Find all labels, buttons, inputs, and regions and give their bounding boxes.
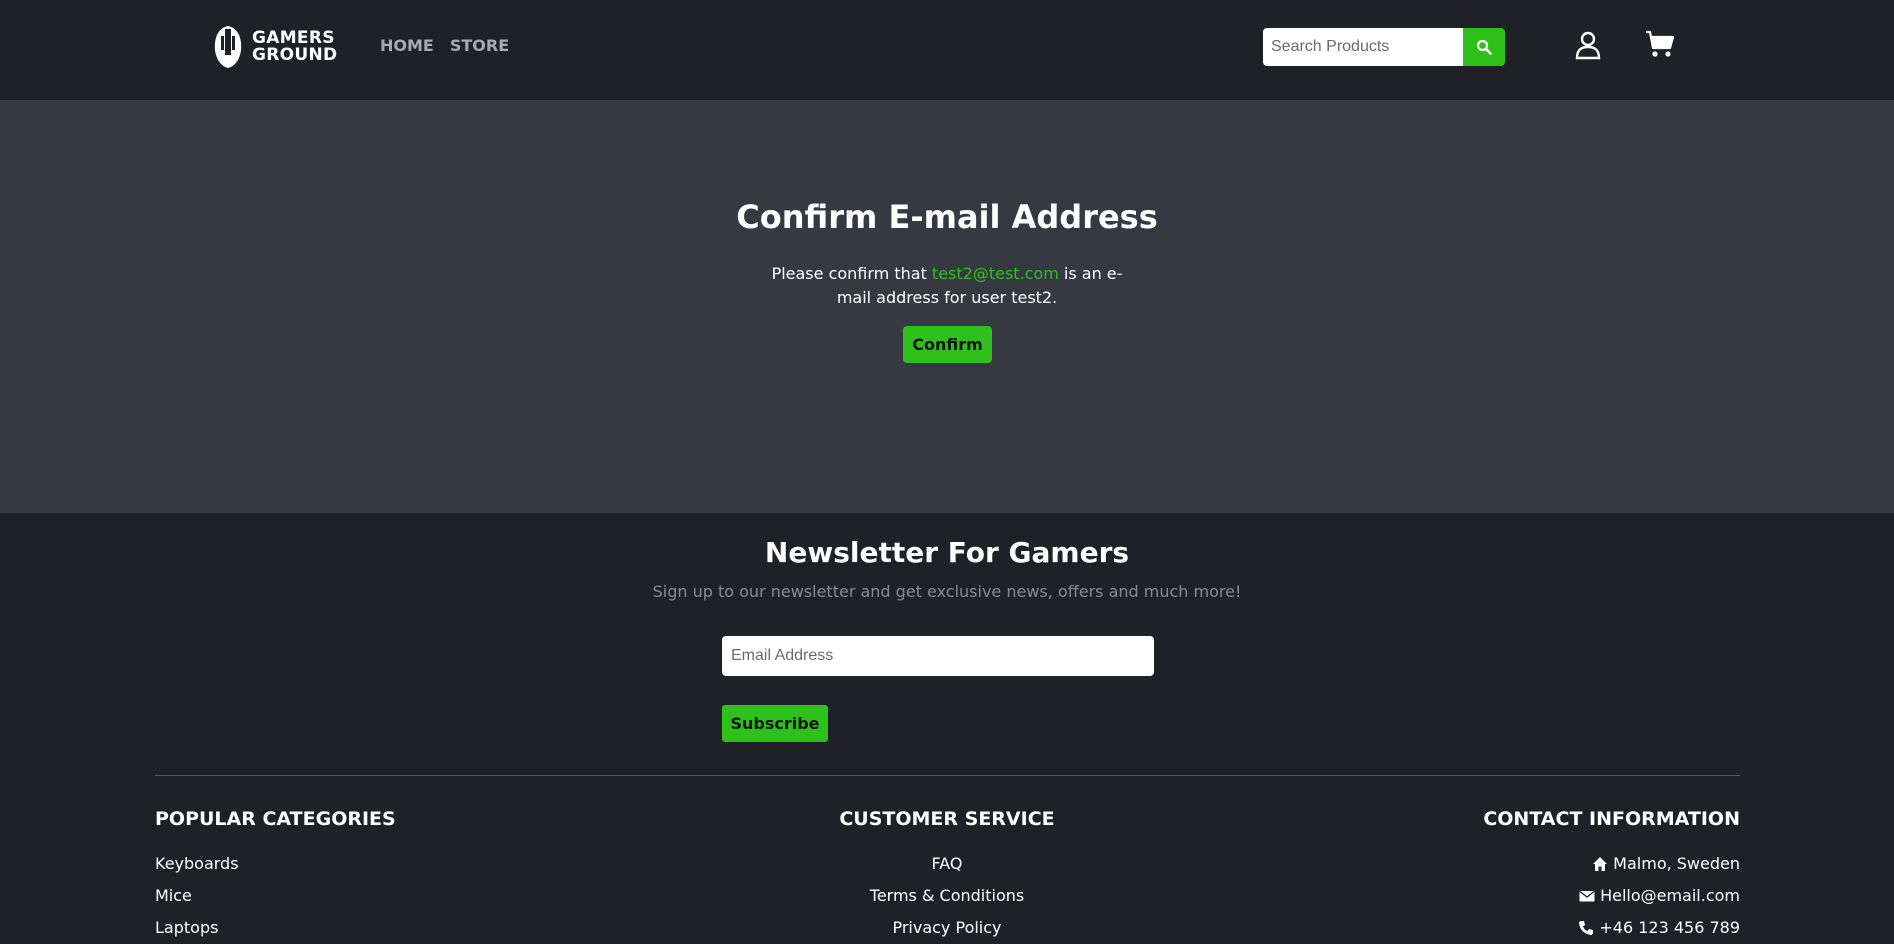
logo-line-2: GROUND	[252, 45, 338, 65]
search-button[interactable]	[1463, 28, 1505, 66]
site-header: GAMERS GROUND HOME STORE	[0, 0, 1894, 100]
category-link-laptops[interactable]: Laptops	[155, 918, 218, 937]
search-icon	[1476, 39, 1492, 55]
contact-email-text[interactable]: Hello@email.com	[1600, 880, 1740, 912]
contact-heading: CONTACT INFORMATION	[1483, 808, 1740, 830]
confirm-message: Please confirm that test2@test.com is an…	[757, 262, 1137, 310]
category-link-mice[interactable]: Mice	[155, 886, 192, 905]
category-link-keyboards[interactable]: Keyboards	[155, 854, 239, 873]
confirm-button[interactable]: Confirm	[903, 326, 992, 363]
newsletter-title: Newsletter For Gamers	[764, 536, 1130, 569]
list-item: Laptops	[155, 912, 239, 944]
list-item: Mice	[155, 880, 239, 912]
envelope-icon	[1579, 890, 1595, 902]
contact-address: Malmo, Sweden	[1340, 848, 1740, 880]
subscribe-button[interactable]: Subscribe	[722, 705, 828, 742]
contact-email: Hello@email.com	[1340, 880, 1740, 912]
phone-icon	[1579, 921, 1594, 935]
nav-store[interactable]: STORE	[450, 36, 509, 55]
categories-list: Keyboards Mice Laptops	[155, 848, 239, 944]
categories-heading: POPULAR CATEGORIES	[155, 808, 396, 830]
list-item: Privacy Policy	[747, 912, 1147, 944]
email-link[interactable]: test2@test.com	[932, 264, 1059, 283]
contact-address-text: Malmo, Sweden	[1613, 854, 1740, 873]
user-account-icon[interactable]	[1575, 30, 1601, 60]
search-bar	[1263, 28, 1505, 66]
terms-link[interactable]: Terms & Conditions	[870, 886, 1024, 905]
search-input[interactable]	[1263, 28, 1463, 66]
helmet-logo-icon	[214, 26, 242, 68]
list-item: Terms & Conditions	[747, 880, 1147, 912]
customer-service-list: FAQ Terms & Conditions Privacy Policy	[747, 848, 1147, 944]
confirm-email-section: Confirm E-mail Address Please confirm th…	[0, 100, 1894, 513]
newsletter-email-input[interactable]	[722, 636, 1154, 676]
customer-service-heading: CUSTOMER SERVICE	[839, 808, 1055, 830]
list-item: FAQ	[747, 848, 1147, 880]
page-title: Confirm E-mail Address	[736, 198, 1158, 236]
nav-home[interactable]: HOME	[380, 36, 434, 55]
faq-link[interactable]: FAQ	[932, 854, 963, 873]
site-logo[interactable]: GAMERS GROUND	[212, 24, 342, 70]
confirm-text-before: Please confirm that	[771, 264, 932, 283]
privacy-policy-link[interactable]: Privacy Policy	[892, 918, 1001, 937]
contact-phone-text[interactable]: +46 123 456 789	[1599, 912, 1740, 944]
contact-list: Malmo, Sweden Hello@email.com +46 123 45…	[1340, 848, 1740, 944]
logo-text: GAMERS GROUND	[252, 30, 337, 64]
main-nav: HOME STORE	[380, 36, 509, 55]
newsletter-subtitle: Sign up to our newsletter and get exclus…	[652, 582, 1242, 601]
shopping-cart-icon[interactable]	[1645, 30, 1675, 58]
home-icon	[1593, 857, 1608, 871]
footer-divider	[155, 775, 1740, 776]
list-item: Keyboards	[155, 848, 239, 880]
contact-phone: +46 123 456 789	[1340, 912, 1740, 944]
